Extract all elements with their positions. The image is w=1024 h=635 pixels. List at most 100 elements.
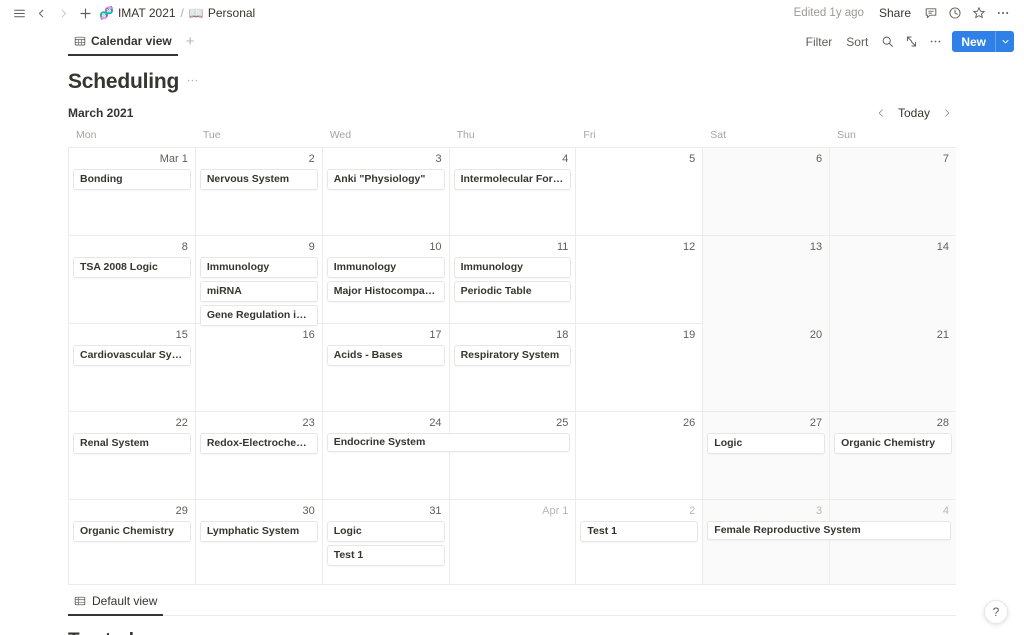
calendar-event-chip[interactable]: miRNA	[199, 281, 318, 302]
calendar-event-chip[interactable]: Gene Regulation in Euka...	[199, 305, 318, 326]
calendar-event-chip[interactable]: Redox-Electrochemistry	[199, 433, 318, 454]
calendar-day-cell[interactable]: 23 Redox-Electrochemistry	[194, 412, 322, 499]
calendar-event-chip[interactable]: Organic Chemistry	[834, 433, 952, 454]
calendar-event-chip[interactable]: Immunology	[326, 257, 445, 278]
calendar-day-cell[interactable]: 14	[829, 236, 956, 326]
calendar-week-row: 22 Renal System 23 Redox-Electrochemistry 24…	[68, 412, 956, 500]
calendar-event-chip[interactable]: TSA 2008 Logic	[73, 257, 191, 278]
calendar-day-events: Acids - Bases	[323, 345, 449, 366]
back-icon[interactable]	[30, 2, 52, 24]
calendar-day-cell[interactable]: 31 Logic Test 1	[321, 500, 449, 584]
calendar-day-cell[interactable]: 19	[575, 324, 702, 411]
calendar-day-number: Mar 1	[159, 153, 188, 165]
calendar-event-chip[interactable]: Lymphatic System	[199, 521, 318, 542]
calendar-day-cell[interactable]: 2 Test 1	[575, 500, 702, 584]
calendar-event-chip[interactable]: Organic Chemistry	[73, 521, 191, 542]
calendar-day-cell[interactable]: 9 Immunology miRNA Gene Regulation in Euka.…	[194, 236, 322, 326]
calendar-event-chip[interactable]: Test 1	[580, 521, 699, 542]
comment-icon[interactable]	[920, 2, 942, 24]
day-of-week-header: Mon Tue Wed Thu Fri Sat Sun	[68, 129, 956, 147]
calendar-day-cell[interactable]: 3 Anki "Physiology"	[321, 148, 449, 235]
calendar-day-cell[interactable]: 29 Organic Chemistry	[68, 500, 195, 584]
calendar-event-chip[interactable]: Test 1	[326, 545, 445, 566]
calendar-event-chip[interactable]: Anki "Physiology"	[326, 169, 445, 190]
clock-icon[interactable]	[944, 2, 966, 24]
calendar-nav: Today	[872, 104, 956, 122]
calendar-day-cell[interactable]: 6	[702, 148, 830, 235]
calendar-day-cell[interactable]: 10 Immunology Major Histocompatibilit...	[321, 236, 449, 326]
hamburger-icon[interactable]	[8, 2, 30, 24]
calendar-event-chip-span[interactable]: Female Reproductive System	[707, 521, 951, 540]
more-options-icon[interactable]	[992, 2, 1014, 24]
calendar-event-chip[interactable]: Nervous System	[199, 169, 318, 190]
search-icon[interactable]	[876, 32, 898, 52]
calendar-day-cell[interactable]: 27 Logic	[702, 412, 830, 499]
sort-button[interactable]: Sort	[840, 33, 874, 51]
filter-button[interactable]: Filter	[800, 33, 839, 51]
calendar-day-cell[interactable]: 22 Renal System	[68, 412, 195, 499]
breadcrumb-workspace[interactable]: 🧬 IMAT 2021	[96, 5, 179, 21]
calendar-day-number: 31	[429, 505, 442, 517]
calendar-event-chip[interactable]: Logic	[326, 521, 445, 542]
calendar-day-cell[interactable]: 11 Immunology Periodic Table	[448, 236, 576, 326]
calendar-day-cell[interactable]: 2 Nervous System	[194, 148, 322, 235]
add-page-icon[interactable]	[74, 2, 96, 24]
calendar-event-chip[interactable]: Logic	[707, 433, 826, 454]
prev-month-button[interactable]	[872, 104, 890, 122]
calendar-day-cell[interactable]: 16	[194, 324, 322, 411]
calendar-day-number: 2	[689, 505, 696, 517]
calendar-event-chip[interactable]: Bonding	[73, 169, 191, 190]
calendar-event-chip[interactable]: Respiratory System	[453, 345, 572, 366]
calendar-event-chip[interactable]: Acids - Bases	[326, 345, 445, 366]
calendar-day-cell[interactable]: 20	[702, 324, 830, 411]
calendar-event-chip[interactable]: Periodic Table	[453, 281, 572, 302]
calendar-day-cell[interactable]: 18 Respiratory System	[448, 324, 576, 411]
tab-calendar-view[interactable]: Calendar view	[68, 34, 178, 56]
calendar-day-cell[interactable]: 3	[702, 500, 830, 584]
calendar-day-events: Cardiovascular System	[69, 345, 195, 366]
today-button[interactable]: Today	[892, 105, 936, 121]
add-view-button[interactable]: +	[178, 34, 201, 56]
calendar-day-number: 6	[816, 153, 823, 165]
calendar-event-chip-span[interactable]: Endocrine System	[326, 433, 571, 452]
calendar-day-cell[interactable]: Apr 1	[448, 500, 576, 584]
calendar-day-cell[interactable]: 15 Cardiovascular System	[68, 324, 195, 411]
star-icon[interactable]	[968, 2, 990, 24]
forward-icon[interactable]	[52, 2, 74, 24]
calendar-day-number: 9	[308, 241, 315, 253]
expand-icon[interactable]	[900, 32, 922, 52]
page-title-more-icon[interactable]	[186, 74, 199, 90]
calendar-day-cell[interactable]: 8 TSA 2008 Logic	[68, 236, 195, 326]
new-button[interactable]: New	[952, 31, 1014, 52]
calendar-day-cell[interactable]: 17 Acids - Bases	[321, 324, 449, 411]
view-more-icon[interactable]	[924, 32, 946, 52]
breadcrumb-page[interactable]: 📖 Personal	[186, 5, 258, 21]
calendar-day-cell[interactable]: 13	[702, 236, 830, 326]
calendar-day-cell[interactable]: 21	[829, 324, 956, 411]
calendar-day-cell[interactable]: Mar 1 Bonding	[68, 148, 195, 235]
calendar-event-chip[interactable]: Immunology	[199, 257, 318, 278]
calendar-event-chip[interactable]: Immunology	[453, 257, 572, 278]
calendar-event-chip[interactable]: Renal System	[73, 433, 191, 454]
calendar-day-cell[interactable]: 12	[575, 236, 702, 326]
calendar-event-chip[interactable]: Major Histocompatibilit...	[326, 281, 445, 302]
calendar-event-chip[interactable]: Cardiovascular System	[73, 345, 191, 366]
calendar-day-events: Logic	[703, 433, 829, 454]
calendar-day-cell[interactable]: 7	[829, 148, 956, 235]
calendar-day-cell[interactable]: 28 Organic Chemistry	[829, 412, 956, 499]
help-button[interactable]: ?	[984, 600, 1008, 624]
calendar-day-cell[interactable]: 4 Intermolecular Forces	[448, 148, 576, 235]
workspace-emoji: 🧬	[99, 6, 114, 20]
calendar-day-cell[interactable]: 30 Lymphatic System	[194, 500, 322, 584]
calendar-day-cell[interactable]: 4	[829, 500, 956, 584]
chevron-down-icon[interactable]	[996, 31, 1014, 52]
calendar-event-chip[interactable]: Intermolecular Forces	[453, 169, 572, 190]
calendar-day-cell[interactable]: 26	[575, 412, 702, 499]
share-button[interactable]: Share	[872, 4, 918, 22]
calendar-day-cell[interactable]: 25	[448, 412, 576, 499]
calendar-day-cell[interactable]: 24	[321, 412, 449, 499]
page-title: Scheduling	[68, 70, 180, 93]
next-month-button[interactable]	[938, 104, 956, 122]
calendar-day-cell[interactable]: 5	[575, 148, 702, 235]
tab-default-view[interactable]: Default view	[68, 594, 164, 616]
